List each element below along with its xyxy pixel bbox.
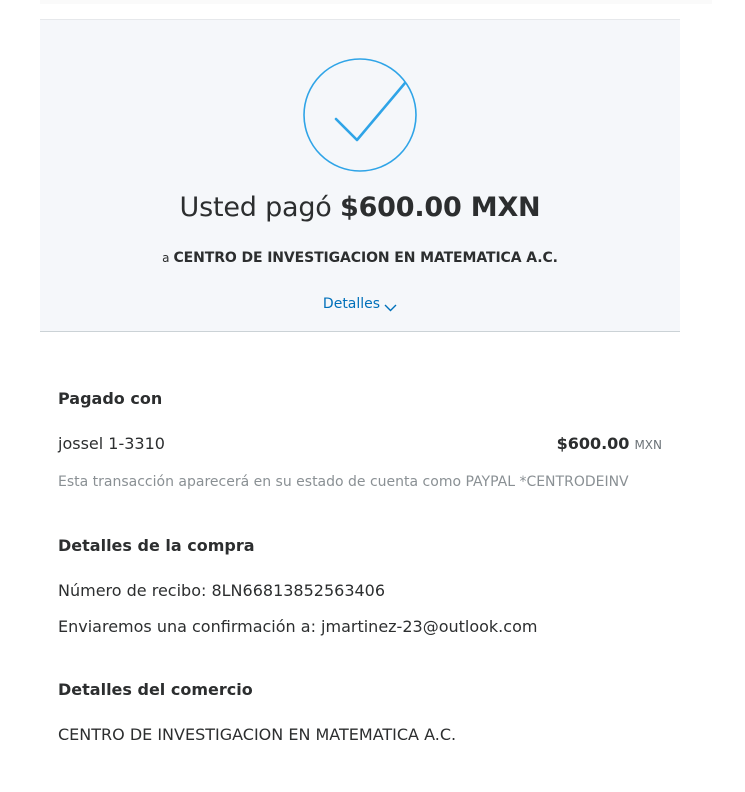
purchase-details-title: Detalles de la compra bbox=[58, 536, 255, 555]
recipient-merchant: CENTRO DE INVESTIGACION EN MATEMATICA A.… bbox=[173, 250, 558, 266]
merchant-name: CENTRO DE INVESTIGACION EN MATEMATICA A.… bbox=[58, 725, 457, 744]
payment-amount: $600.00 MXN bbox=[557, 434, 662, 453]
payment-summary-panel: Usted pagó $600.00 MXN a CENTRO DE INVEST… bbox=[40, 19, 680, 332]
recipient-line: a CENTRO DE INVESTIGACION EN MATEMATICA A… bbox=[40, 250, 680, 266]
merchant-details-title: Detalles del comercio bbox=[58, 680, 253, 699]
merchant-name-row: CENTRO DE INVESTIGACION EN MATEMATICA A.… bbox=[58, 725, 662, 744]
paid-prefix: Usted pagó bbox=[179, 192, 332, 223]
purchase-details-section: Detalles de la compra bbox=[58, 536, 662, 555]
paid-with-title: Pagado con bbox=[58, 389, 163, 408]
checkmark-circle-icon bbox=[302, 57, 418, 173]
details-label: Detalles bbox=[322, 296, 381, 312]
recipient-prefix: a bbox=[162, 251, 170, 265]
paid-headline: Usted pagó $600.00 MXN bbox=[40, 192, 680, 223]
statement-note: Esta transacción aparecerá en su estado … bbox=[58, 474, 629, 490]
chevron-down-icon bbox=[384, 300, 397, 312]
receipt-row: Número de recibo: 8LN66813852563406 bbox=[58, 581, 662, 600]
payment-method-row: jossel 1-3310 $600.00 MXN bbox=[58, 434, 662, 453]
paid-with-section: Pagado con bbox=[58, 389, 662, 408]
payment-amount-value: $600.00 bbox=[556, 434, 630, 453]
payment-currency: MXN bbox=[634, 438, 662, 452]
payment-method: jossel 1-3310 bbox=[58, 434, 165, 453]
confirmation-email: Enviaremos una confirmación a: jmartinez… bbox=[58, 617, 538, 636]
confirmation-row: Enviaremos una confirmación a: jmartinez… bbox=[58, 617, 662, 636]
merchant-details-section: Detalles del comercio bbox=[58, 680, 662, 699]
paid-amount: $600.00 MXN bbox=[340, 192, 541, 223]
top-strip bbox=[40, 0, 712, 4]
receipt-number: Número de recibo: 8LN66813852563406 bbox=[58, 581, 386, 600]
details-toggle[interactable]: Detalles bbox=[40, 296, 680, 312]
statement-note-row: Esta transacción aparecerá en su estado … bbox=[58, 474, 662, 490]
